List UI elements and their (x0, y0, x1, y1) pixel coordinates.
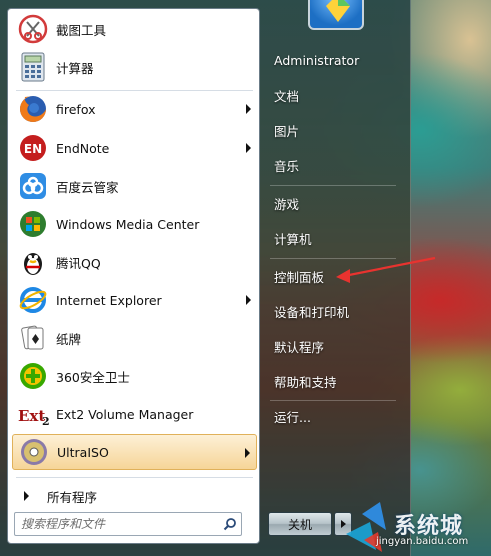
firefox-icon (16, 92, 50, 126)
program-label: Internet Explorer (56, 292, 162, 308)
user-avatar[interactable] (308, 0, 364, 30)
program-baidu-cloud[interactable]: 百度云管家 (12, 168, 257, 204)
baidu-cloud-icon (16, 169, 50, 203)
right-item-pictures[interactable]: 图片 (268, 115, 398, 145)
svg-text:2: 2 (42, 415, 49, 428)
shutdown-button[interactable]: 关机 (268, 512, 332, 536)
snipping-tool-icon (16, 12, 50, 46)
program-label: Windows Media Center (56, 216, 200, 232)
program-label: 纸牌 (56, 331, 82, 347)
svg-text:EN: EN (24, 142, 42, 156)
program-360-security[interactable]: 360安全卫士 (12, 358, 257, 394)
program-ext2-volume-manager[interactable]: Ext 2 Ext2 Volume Manager (12, 396, 257, 432)
right-item-label: 图片 (274, 123, 300, 139)
watermark-url: jingyan.baidu.com (376, 536, 469, 547)
windows-media-center-icon (16, 207, 50, 241)
right-item-label: 运行... (274, 409, 311, 425)
right-item-run[interactable]: 运行... (268, 401, 398, 431)
program-snipping-tool[interactable]: 截图工具 (12, 11, 257, 47)
program-qq[interactable]: 腾讯QQ (12, 244, 257, 280)
program-ultraiso[interactable]: UltraISO (12, 434, 257, 470)
submenu-arrow-icon (245, 448, 250, 458)
program-label: 360安全卫士 (56, 369, 130, 385)
shutdown-label: 关机 (287, 517, 312, 532)
submenu-arrow-icon (246, 104, 251, 114)
right-item-music[interactable]: 音乐 (268, 150, 398, 180)
right-item-label: 音乐 (274, 158, 300, 174)
program-label: 百度云管家 (56, 179, 119, 195)
start-menu-programs-pane: 截图工具 计算器 firefox EN EndNote 百度云管家 Window… (7, 8, 260, 544)
program-label: Ext2 Volume Manager (56, 406, 194, 422)
360-security-icon (16, 359, 50, 393)
ext2-icon: Ext 2 (16, 397, 50, 431)
right-item-administrator[interactable]: Administrator (268, 45, 398, 75)
internet-explorer-icon (16, 283, 50, 317)
solitaire-icon (16, 321, 50, 355)
right-pane-separator (270, 185, 396, 186)
expand-arrow-icon (24, 491, 29, 501)
right-item-help-support[interactable]: 帮助和支持 (268, 366, 398, 396)
right-item-label: 文档 (274, 88, 300, 104)
program-firefox[interactable]: firefox (12, 91, 257, 127)
right-item-label: Administrator (274, 52, 360, 68)
program-label: 截图工具 (56, 22, 107, 38)
endnote-icon: EN (16, 131, 50, 165)
program-label: firefox (56, 101, 96, 117)
calculator-icon (16, 50, 50, 84)
all-programs-separator (16, 477, 253, 478)
annotation-arrow-icon (336, 256, 436, 283)
search-box (14, 512, 242, 536)
all-programs-label: 所有程序 (47, 489, 98, 505)
right-item-games[interactable]: 游戏 (268, 188, 398, 218)
program-label: UltraISO (57, 444, 109, 460)
qq-penguin-icon (16, 245, 50, 279)
right-item-documents[interactable]: 文档 (268, 80, 398, 110)
program-calculator[interactable]: 计算器 (12, 49, 257, 85)
right-item-computer[interactable]: 计算机 (268, 223, 398, 253)
program-endnote[interactable]: EN EndNote (12, 130, 257, 166)
program-label: EndNote (56, 140, 110, 156)
search-icon[interactable] (219, 514, 241, 534)
right-item-label: 默认程序 (274, 339, 325, 355)
right-item-default-programs[interactable]: 默认程序 (268, 331, 398, 361)
right-item-devices-printers[interactable]: 设备和打印机 (268, 296, 398, 326)
program-internet-explorer[interactable]: Internet Explorer (12, 282, 257, 318)
search-input[interactable] (15, 514, 219, 534)
program-label: 计算器 (56, 60, 94, 76)
right-item-label: 计算机 (274, 231, 312, 247)
right-item-label: 帮助和支持 (274, 374, 337, 390)
right-item-label: 游戏 (274, 196, 300, 212)
ultraiso-disc-icon (17, 435, 51, 469)
all-programs-button[interactable]: 所有程序 (12, 483, 257, 509)
program-windows-media-center[interactable]: Windows Media Center (12, 206, 257, 242)
right-item-label: 控制面板 (274, 269, 325, 285)
program-solitaire[interactable]: 纸牌 (12, 320, 257, 356)
right-item-label: 设备和打印机 (274, 304, 350, 320)
program-label: 腾讯QQ (56, 255, 101, 271)
submenu-arrow-icon (246, 143, 251, 153)
submenu-arrow-icon (246, 295, 251, 305)
